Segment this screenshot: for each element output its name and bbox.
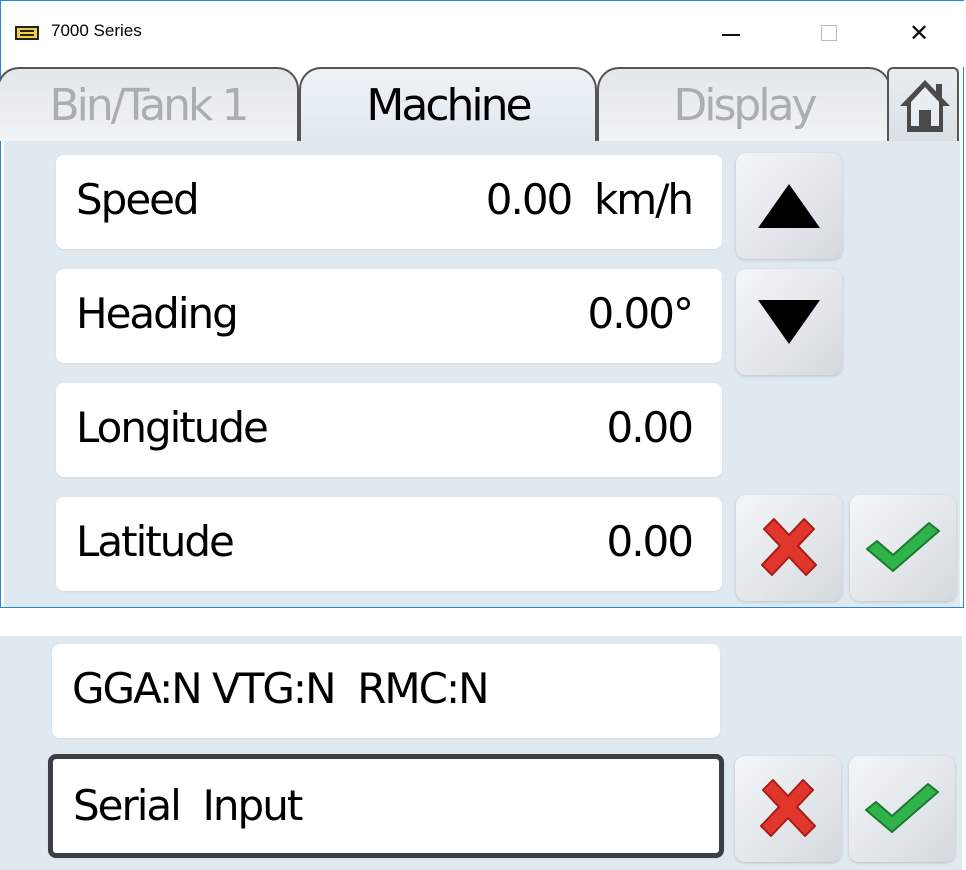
window-title: 7000 Series bbox=[51, 21, 142, 40]
latitude-label: Latitude bbox=[76, 517, 235, 566]
serial-input-text: Serial Input bbox=[73, 781, 303, 830]
latitude-value: 0.00 bbox=[606, 517, 694, 566]
speed-unit: km/h bbox=[593, 175, 694, 224]
red-x-icon bbox=[760, 779, 816, 837]
app-window: 7000 Series ✕ Bin/Tank 1 Display Machine… bbox=[0, 0, 965, 608]
nmea-status-field: GGA:N VTG:N RMC:N bbox=[52, 644, 720, 738]
heading-field[interactable]: Heading 0.00° bbox=[56, 269, 722, 363]
close-button[interactable]: ✕ bbox=[899, 13, 939, 53]
tab-label: Machine bbox=[366, 79, 532, 131]
maximize-button[interactable] bbox=[809, 13, 849, 53]
cancel-button[interactable] bbox=[736, 495, 842, 601]
longitude-field[interactable]: Longitude 0.00 bbox=[56, 383, 722, 477]
triangle-up-icon bbox=[758, 184, 820, 228]
title-bar: 7000 Series ✕ bbox=[1, 1, 965, 67]
minimize-icon bbox=[722, 34, 740, 36]
tab-label: Bin/Tank 1 bbox=[49, 79, 249, 131]
speed-field[interactable]: Speed 0.00 km/h bbox=[56, 155, 722, 249]
scroll-up-button[interactable] bbox=[736, 153, 842, 259]
triangle-down-icon bbox=[758, 300, 820, 344]
input-panel: GGA:N VTG:N RMC:N Serial Input bbox=[0, 636, 962, 870]
speed-number: 0.00 bbox=[485, 175, 574, 224]
tab-display[interactable]: Display bbox=[597, 67, 891, 141]
tab-bar: Bin/Tank 1 Display Machine bbox=[0, 67, 963, 141]
machine-panel: Speed 0.00 km/h Heading 0.00° Longitude … bbox=[4, 141, 960, 607]
app-icon bbox=[15, 26, 39, 40]
green-check-icon bbox=[865, 783, 939, 833]
maximize-icon bbox=[821, 25, 837, 41]
speed-value: 0.00 km/h bbox=[485, 175, 694, 224]
tab-machine[interactable]: Machine bbox=[299, 67, 597, 141]
red-x-icon bbox=[761, 518, 817, 576]
serial-input-field[interactable]: Serial Input bbox=[48, 754, 724, 858]
input-confirm-button[interactable] bbox=[849, 756, 955, 862]
heading-value: 0.00° bbox=[587, 289, 694, 338]
tab-label: Display bbox=[673, 79, 817, 131]
tab-bin-tank-1[interactable]: Bin/Tank 1 bbox=[0, 67, 299, 141]
home-button[interactable] bbox=[887, 67, 959, 141]
nmea-status-text: GGA:N VTG:N RMC:N bbox=[72, 664, 490, 713]
heading-label: Heading bbox=[76, 289, 239, 338]
longitude-value: 0.00 bbox=[606, 403, 694, 452]
green-check-icon bbox=[866, 522, 940, 572]
house-icon bbox=[900, 80, 950, 132]
close-icon: ✕ bbox=[908, 19, 930, 47]
longitude-label: Longitude bbox=[76, 403, 269, 452]
latitude-field[interactable]: Latitude 0.00 bbox=[56, 497, 722, 591]
speed-label: Speed bbox=[76, 175, 200, 224]
minimize-button[interactable] bbox=[711, 13, 751, 53]
confirm-button[interactable] bbox=[850, 495, 956, 601]
scroll-down-button[interactable] bbox=[736, 269, 842, 375]
input-cancel-button[interactable] bbox=[735, 756, 841, 862]
